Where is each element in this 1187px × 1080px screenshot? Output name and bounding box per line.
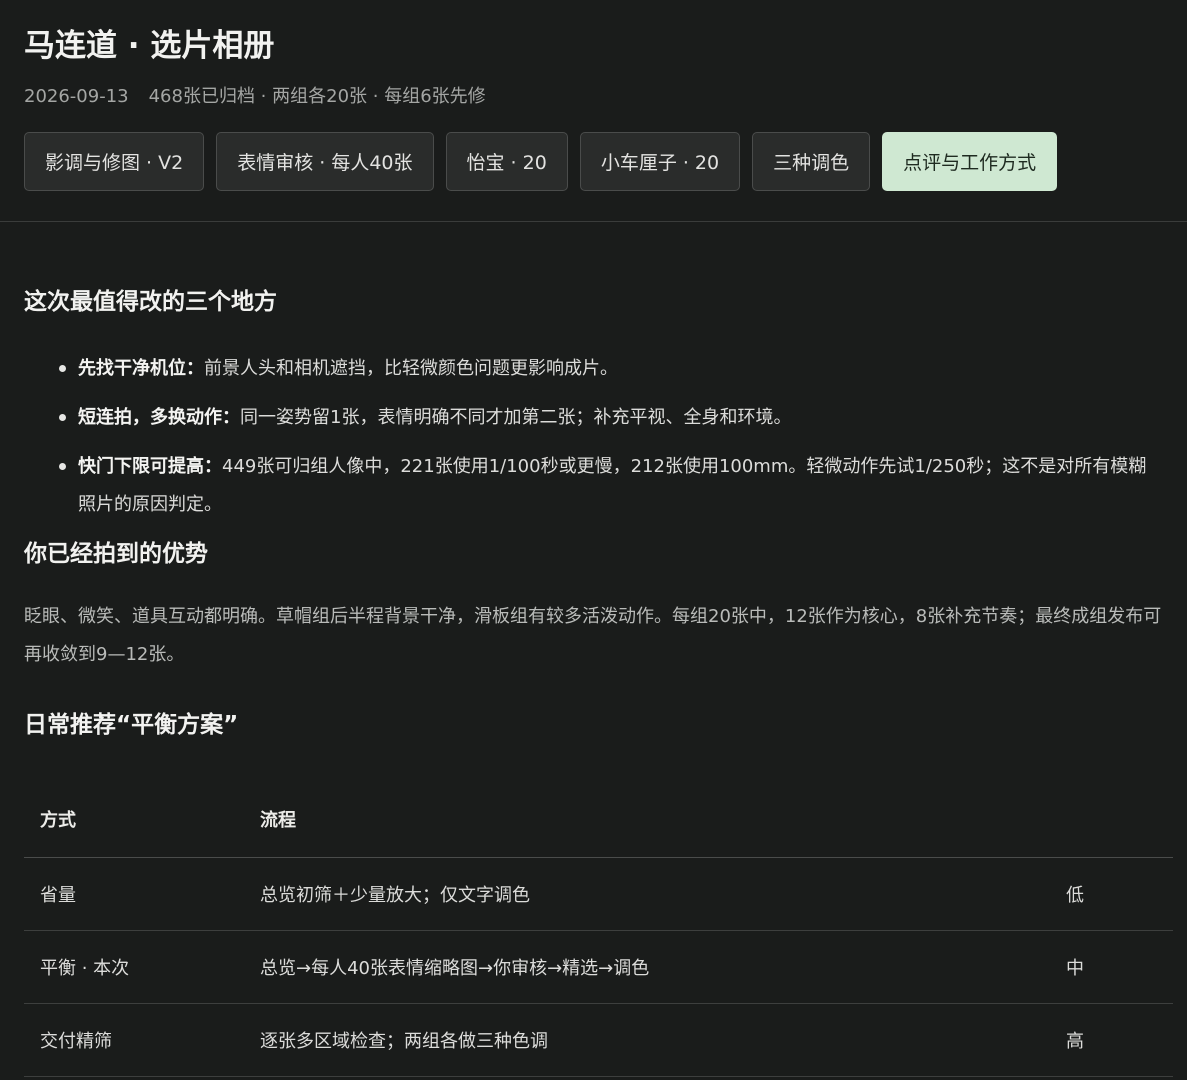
cell-mode: 省量 (24, 857, 244, 931)
main-content: 这次最值得改的三个地方 先找干净机位：前景人头和相机遮挡，比轻微颜色问题更影响成… (0, 222, 1187, 1077)
table-row: 省量 总览初筛＋少量放大；仅文字调色 低 (24, 857, 1173, 931)
improvement-list: 先找干净机位：前景人头和相机遮挡，比轻微颜色问题更影响成片。 短连拍，多换动作：… (24, 350, 1163, 524)
cell-level: 高 (1050, 1003, 1173, 1077)
point-text: 前景人头和相机遮挡，比轻微颜色问题更影响成片。 (204, 358, 618, 379)
section-heading-strengths: 你已经拍到的优势 (24, 541, 208, 567)
tab-yibao[interactable]: 怡宝 · 20 (445, 132, 568, 191)
strengths-paragraph: 眨眼、微笑、道具互动都明确。草帽组后半程背景干净，滑板组有较多活泼动作。每组20… (24, 606, 1162, 665)
section-heading-plan: 日常推荐“平衡方案” (24, 712, 239, 738)
tab-three-grades[interactable]: 三种调色 (752, 132, 871, 191)
bullet-icon (59, 365, 66, 372)
tab-bar: 影调与修图 · V2 表情审核 · 每人40张 怡宝 · 20 小车厘子 · 2… (24, 132, 1163, 191)
column-header-mode: 方式 (24, 781, 244, 858)
point-title: 短连拍，多换动作： (78, 407, 240, 428)
bullet-icon (59, 463, 66, 470)
tab-tone-retouch[interactable]: 影调与修图 · V2 (24, 132, 205, 191)
bullet-icon (59, 414, 66, 421)
point-text: 同一姿势留1张，表情明确不同才加第二张；补充平视、全身和环境。 (240, 407, 792, 428)
plan-table: 方式 流程 省量 总览初筛＋少量放大；仅文字调色 低 平衡 · 本次 总览→每人… (24, 781, 1173, 1077)
cell-flow: 总览→每人40张表情缩略图→你审核→精选→调色 (244, 930, 1050, 1004)
tab-expression-review[interactable]: 表情审核 · 每人40张 (216, 132, 434, 191)
cell-mode: 平衡 · 本次 (24, 930, 244, 1004)
column-header-flow: 流程 (244, 781, 1050, 858)
list-item: 快门下限可提高：449张可归组人像中，221张使用1/100秒或更慢，212张使… (24, 448, 1163, 524)
cell-flow: 总览初筛＋少量放大；仅文字调色 (244, 857, 1050, 931)
page-title: 马连道 · 选片相册 (24, 28, 275, 64)
cell-mode: 交付精筛 (24, 1003, 244, 1077)
list-item: 先找干净机位：前景人头和相机遮挡，比轻微颜色问题更影响成片。 (24, 350, 1163, 388)
cell-level: 低 (1050, 857, 1173, 931)
cell-flow: 逐张多区域检查；两组各做三种色调 (244, 1003, 1050, 1077)
shoot-date: 2026-09-13 (24, 86, 129, 107)
cell-level: 中 (1050, 930, 1173, 1004)
point-text: 449张可归组人像中，221张使用1/100秒或更慢，212张使用100mm。轻… (78, 456, 1147, 515)
page-meta: 2026-09-13 468张已归档 · 两组各20张 · 每组6张先修 (24, 84, 1163, 110)
point-title: 快门下限可提高： (78, 456, 222, 477)
tab-xiaochelizi[interactable]: 小车厘子 · 20 (579, 132, 741, 191)
archive-summary: 468张已归档 · 两组各20张 · 每组6张先修 (148, 86, 486, 107)
section-heading-improvements: 这次最值得改的三个地方 (24, 289, 277, 315)
table-row: 交付精筛 逐张多区域检查；两组各做三种色调 高 (24, 1003, 1173, 1077)
table-row: 平衡 · 本次 总览→每人40张表情缩略图→你审核→精选→调色 中 (24, 930, 1173, 1004)
list-item: 短连拍，多换动作：同一姿势留1张，表情明确不同才加第二张；补充平视、全身和环境。 (24, 399, 1163, 437)
tab-review-workflow[interactable]: 点评与工作方式 (882, 132, 1058, 191)
column-header-level (1050, 781, 1173, 858)
point-title: 先找干净机位： (78, 358, 204, 379)
table-header-row: 方式 流程 (24, 781, 1173, 858)
page-header: 马连道 · 选片相册 2026-09-13 468张已归档 · 两组各20张 · … (0, 0, 1187, 222)
